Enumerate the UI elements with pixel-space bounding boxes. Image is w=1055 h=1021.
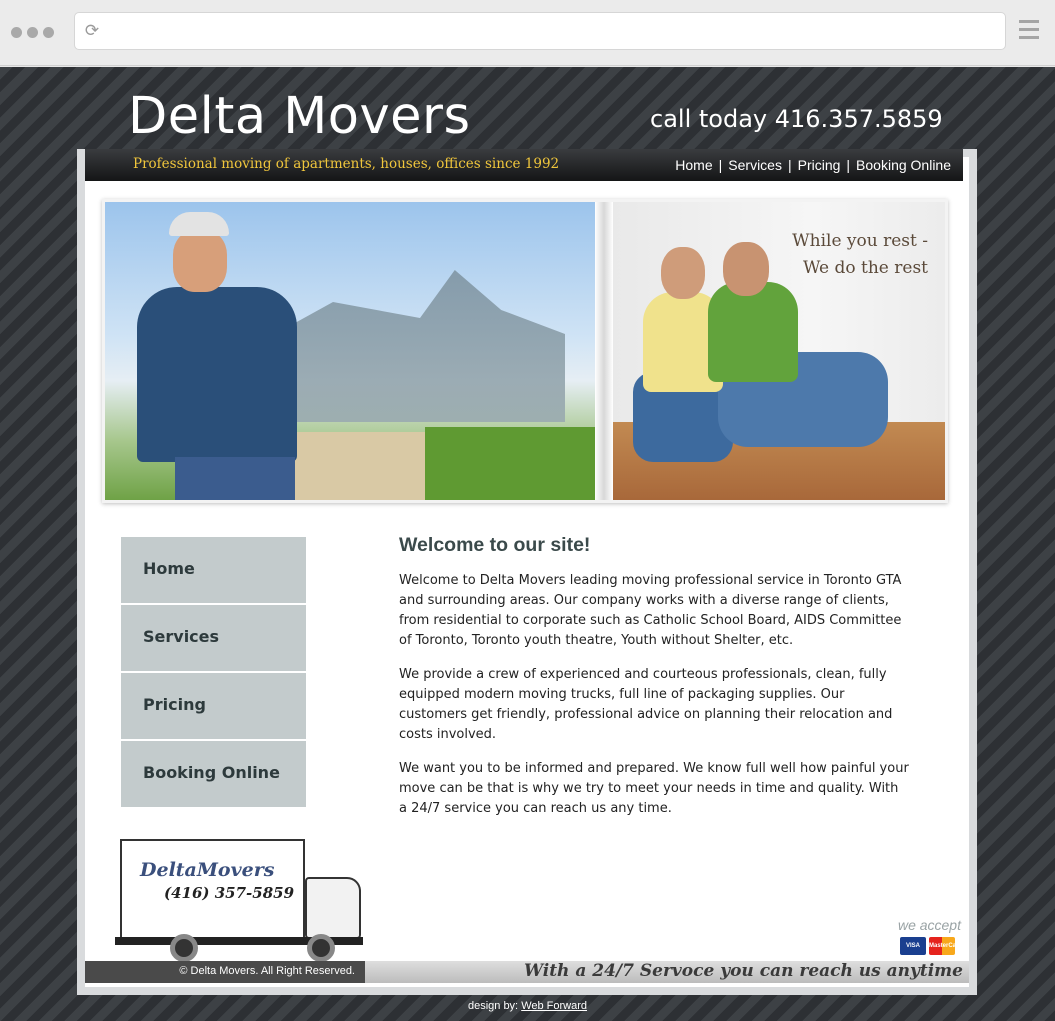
footer-motto: With a 24/7 Servoce you can reach us any… bbox=[523, 961, 963, 981]
side-navigation: Home Services Pricing Booking Online bbox=[121, 537, 306, 809]
house-image bbox=[275, 270, 565, 422]
truck-wheel-icon bbox=[307, 934, 335, 962]
hamburger-menu-icon[interactable] bbox=[1019, 20, 1039, 42]
sidenav-item-home[interactable]: Home bbox=[121, 537, 306, 603]
content-paragraph: We provide a crew of experienced and cou… bbox=[399, 667, 893, 742]
window-dot-icon[interactable] bbox=[27, 27, 38, 38]
design-credit-link[interactable]: Web Forward bbox=[521, 1000, 587, 1012]
tagline: Professional moving of apartments, house… bbox=[133, 156, 560, 172]
reload-icon[interactable]: ⟳ bbox=[83, 22, 101, 40]
truck-box: DeltaMovers (416) 357-5859 bbox=[120, 839, 305, 939]
main-content: Welcome to our site! Welcome to Delta Mo… bbox=[399, 534, 909, 833]
sidenav-item-booking-online[interactable]: Booking Online bbox=[121, 741, 306, 807]
topnav-home-link[interactable]: Home bbox=[675, 157, 712, 173]
topnav-booking-link[interactable]: Booking Online bbox=[856, 157, 951, 173]
mover-person-image bbox=[117, 212, 297, 500]
window-controls bbox=[11, 27, 54, 38]
call-today-phone: call today 416.357.5859 bbox=[650, 105, 943, 133]
address-bar[interactable]: ⟳ bbox=[74, 12, 1006, 50]
topnav-pricing-link[interactable]: Pricing bbox=[798, 157, 841, 173]
hero-slogan: While you rest - We do the rest bbox=[773, 228, 928, 282]
footer-bar: © Delta Movers. All Right Reserved. With… bbox=[85, 961, 969, 983]
sidenav-item-pricing[interactable]: Pricing bbox=[121, 673, 306, 739]
slogan-line-1: While you rest - bbox=[792, 231, 928, 251]
we-accept-label: we accept bbox=[897, 917, 961, 933]
truck-wheel-icon bbox=[170, 934, 198, 962]
hero-couple-photo: While you rest - We do the rest bbox=[613, 202, 945, 500]
hero-divider bbox=[595, 202, 613, 500]
hero-banner: While you rest - We do the rest bbox=[102, 199, 948, 503]
welcome-heading: Welcome to our site! bbox=[399, 534, 591, 556]
browser-chrome: ⟳ bbox=[0, 0, 1055, 66]
visa-card-icon: VISA bbox=[900, 937, 926, 955]
nav-separator: | bbox=[718, 157, 723, 173]
lawn-image bbox=[425, 427, 595, 500]
nav-separator: | bbox=[846, 157, 851, 173]
hero-house-photo bbox=[105, 202, 595, 500]
site-logo-title[interactable]: Delta Movers bbox=[128, 87, 471, 146]
top-navigation: Home | Services | Pricing | Booking Onli… bbox=[675, 157, 951, 173]
design-credit: design by: Web Forward bbox=[0, 1000, 1055, 1012]
truck-cab bbox=[305, 877, 361, 939]
truck-brand-text: DeltaMovers bbox=[140, 859, 275, 881]
window-dot-icon[interactable] bbox=[11, 27, 22, 38]
payment-cards: VISA MasterCard bbox=[900, 937, 962, 955]
mastercard-icon: MasterCard bbox=[929, 937, 962, 955]
nav-separator: | bbox=[787, 157, 792, 173]
sidenav-item-services[interactable]: Services bbox=[121, 605, 306, 671]
design-credit-prefix: design by: bbox=[467, 1000, 519, 1012]
page-body: Delta Movers call today 416.357.5859 Pro… bbox=[0, 67, 1055, 1021]
window-dot-icon[interactable] bbox=[43, 27, 54, 38]
truck-phone-text: (416) 357-5859 bbox=[164, 884, 295, 902]
topnav-services-link[interactable]: Services bbox=[728, 157, 782, 173]
content-paragraph: Welcome to Delta Movers leading moving p… bbox=[399, 573, 902, 648]
slogan-line-2: We do the rest bbox=[802, 258, 928, 278]
main-container: Professional moving of apartments, house… bbox=[77, 149, 977, 995]
copyright-text: © Delta Movers. All Right Reserved. bbox=[85, 961, 365, 983]
moving-truck-logo: DeltaMovers (416) 357-5859 bbox=[115, 839, 365, 964]
top-bar: Professional moving of apartments, house… bbox=[85, 149, 963, 181]
content-paragraph: We want you to be informed and prepared.… bbox=[399, 761, 909, 816]
